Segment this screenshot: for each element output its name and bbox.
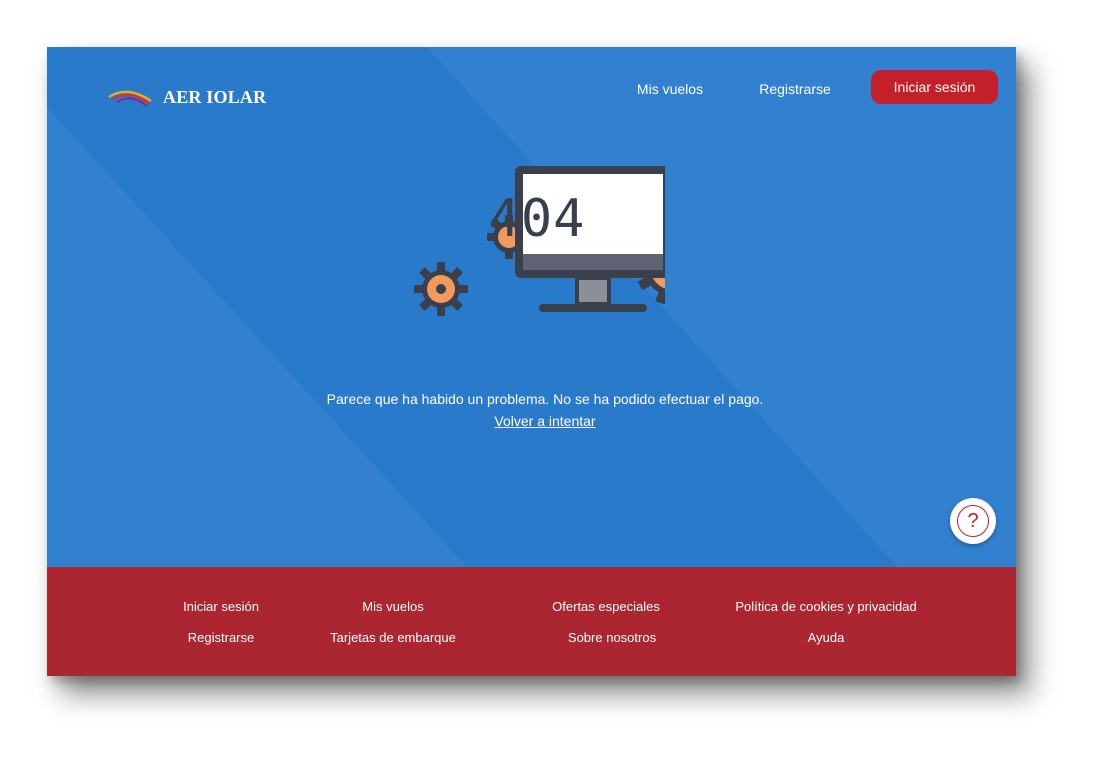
logo-swoosh-icon bbox=[108, 90, 152, 107]
brand-logo[interactable]: AER IOLAR bbox=[107, 84, 266, 110]
retry-link[interactable]: Volver a intentar bbox=[494, 413, 595, 429]
app-window: AER IOLAR Mis vuelos Registrarse Iniciar… bbox=[47, 47, 1016, 676]
nav-mis-vuelos-link[interactable]: Mis vuelos bbox=[636, 80, 704, 98]
question-icon: ? bbox=[957, 505, 989, 537]
footer-link-sobre-nosotros[interactable]: Sobre nosotros bbox=[547, 630, 677, 646]
login-button[interactable]: Iniciar sesión bbox=[871, 70, 998, 104]
retry-row: Volver a intentar bbox=[47, 412, 1016, 431]
nav-registrarse-link[interactable]: Registrarse bbox=[757, 80, 833, 98]
help-button[interactable]: ? bbox=[950, 498, 996, 544]
footer-link-tarjetas-embarque[interactable]: Tarjetas de embarque bbox=[318, 630, 468, 646]
error-code: 404 bbox=[488, 189, 586, 249]
small-gear-icon bbox=[414, 262, 468, 316]
footer: Iniciar sesión Mis vuelos Ofertas especi… bbox=[47, 567, 1016, 676]
footer-link-registrarse[interactable]: Registrarse bbox=[171, 630, 271, 646]
footer-link-politica-cookies[interactable]: Política de cookies y privacidad bbox=[726, 599, 926, 615]
footer-link-ofertas-especiales[interactable]: Ofertas especiales bbox=[541, 599, 671, 615]
footer-link-mis-vuelos[interactable]: Mis vuelos bbox=[343, 599, 443, 615]
brand-name: AER IOLAR bbox=[163, 86, 267, 107]
footer-link-iniciar-sesion[interactable]: Iniciar sesión bbox=[171, 599, 271, 615]
hero-section: AER IOLAR Mis vuelos Registrarse Iniciar… bbox=[47, 47, 1016, 567]
footer-link-ayuda[interactable]: Ayuda bbox=[776, 630, 876, 646]
error-message: Parece que ha habido un problema. No se … bbox=[326, 391, 764, 407]
